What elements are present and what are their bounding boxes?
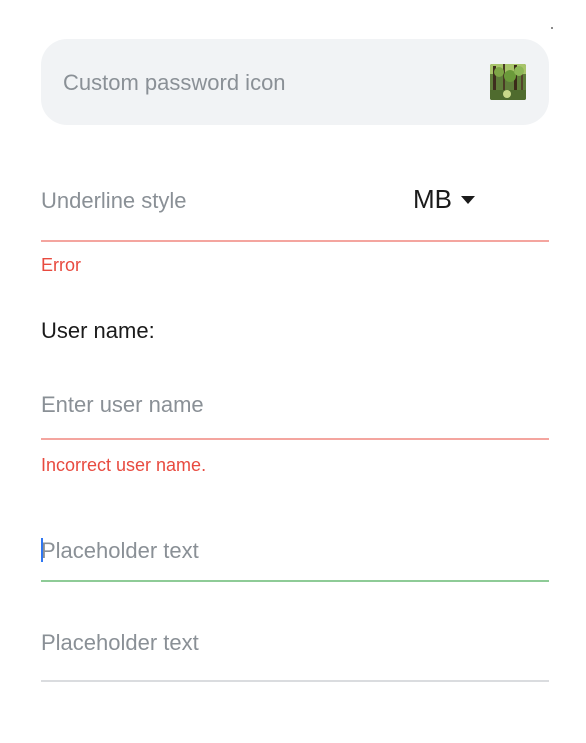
- focused-text-input[interactable]: Placeholder text: [41, 538, 549, 584]
- username-label: User name:: [41, 318, 155, 343]
- status-dot: [551, 27, 553, 29]
- text-input-underline: [41, 680, 549, 682]
- unit-select-value: MB: [413, 184, 452, 214]
- password-input[interactable]: Custom password icon: [41, 39, 549, 125]
- password-placeholder: Custom password icon: [63, 70, 286, 95]
- underline-style-underline: [41, 240, 549, 242]
- unit-select[interactable]: MB: [413, 184, 475, 214]
- text-input-placeholder: Placeholder text: [41, 630, 199, 655]
- forest-image-icon[interactable]: [490, 64, 526, 100]
- username-input[interactable]: Enter user name: [41, 392, 549, 444]
- username-placeholder: Enter user name: [41, 392, 204, 417]
- text-cursor: [41, 538, 43, 562]
- text-input[interactable]: Placeholder text: [41, 630, 549, 684]
- focused-placeholder: Placeholder text: [41, 538, 199, 563]
- username-error: Incorrect user name.: [41, 455, 207, 475]
- focused-underline: [41, 580, 549, 582]
- caret-down-icon: [461, 196, 475, 204]
- username-underline: [41, 438, 549, 440]
- underline-style-error: Error: [41, 255, 81, 275]
- underline-style-placeholder: Underline style: [41, 188, 187, 213]
